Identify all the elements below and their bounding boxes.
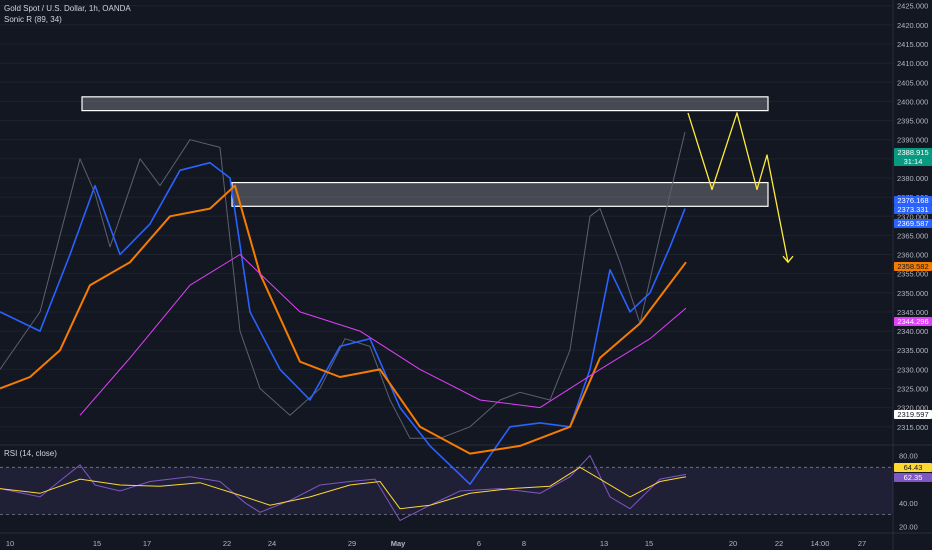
time-tick-label: 17	[143, 539, 151, 548]
time-tick-label: 22	[223, 539, 231, 548]
time-tick-label: 20	[729, 539, 737, 548]
time-tick-label: 22	[775, 539, 783, 548]
price-tag-label: 2373.331	[897, 205, 928, 214]
price-tick-label: 2365.000	[897, 231, 928, 240]
rsi-tick-label: 20.00	[899, 522, 918, 531]
indicator-legend[interactable]: Sonic R (89, 34)	[4, 15, 62, 25]
supply-zone-rect	[231, 181, 769, 207]
time-tick-label: 15	[93, 539, 101, 548]
chart-canvas[interactable]: 2315.0002320.0002325.0002330.0002335.000…	[0, 0, 932, 550]
price-tag-label: 2344.296	[897, 317, 928, 326]
price-tag-label: 2369.587	[897, 219, 928, 228]
price-tick-label: 2325.000	[897, 385, 928, 394]
price-tick-label: 2350.000	[897, 289, 928, 298]
price-tick-label: 2410.000	[897, 59, 928, 68]
time-tick-label: 8	[522, 539, 526, 548]
time-tick-label: 15	[645, 539, 653, 548]
price-tick-label: 2355.000	[897, 270, 928, 279]
supply-zone-rect	[81, 96, 769, 112]
time-tick-label: 6	[477, 539, 481, 548]
rsi-legend[interactable]: RSI (14, close)	[4, 449, 57, 459]
price-tick-label: 2345.000	[897, 308, 928, 317]
symbol-title[interactable]: Gold Spot / U.S. Dollar, 1h, OANDA	[4, 4, 131, 14]
time-tick-label: 24	[268, 539, 276, 548]
time-tick-label: 14:00	[811, 539, 830, 548]
price-tick-label: 2405.000	[897, 78, 928, 87]
price-tick-label: 2380.000	[897, 174, 928, 183]
price-tag-label: 2358.582	[897, 262, 928, 271]
price-tick-label: 2415.000	[897, 40, 928, 49]
time-tick-label: 10	[6, 539, 14, 548]
price-tag-label: 2319.597	[897, 410, 928, 419]
rsi-band-fill	[0, 467, 893, 515]
price-tick-label: 2360.000	[897, 251, 928, 260]
price-tag-label: 2388.915	[897, 148, 928, 157]
price-tag-label: 2376.168	[897, 196, 928, 205]
price-tick-label: 2420.000	[897, 21, 928, 30]
rsi-tag-label: 62.35	[904, 473, 923, 482]
time-tick-label: May	[391, 539, 406, 548]
time-tick-label: 13	[600, 539, 608, 548]
price-tick-label: 2395.000	[897, 117, 928, 126]
price-tick-label: 2390.000	[897, 136, 928, 145]
rsi-tag-label: 64.43	[904, 463, 923, 472]
rsi-tick-label: 40.00	[899, 499, 918, 508]
price-tick-label: 2335.000	[897, 346, 928, 355]
rsi-tick-label: 80.00	[899, 451, 918, 460]
price-tick-label: 2340.000	[897, 327, 928, 336]
price-tick-label: 2425.000	[897, 2, 928, 11]
time-tick-label: 27	[858, 539, 866, 548]
price-tick-label: 2330.000	[897, 365, 928, 374]
price-tick-label: 2400.000	[897, 97, 928, 106]
time-tick-label: 29	[348, 539, 356, 548]
price-tag-countdown: 31:14	[904, 157, 923, 166]
price-tick-label: 2315.000	[897, 423, 928, 432]
